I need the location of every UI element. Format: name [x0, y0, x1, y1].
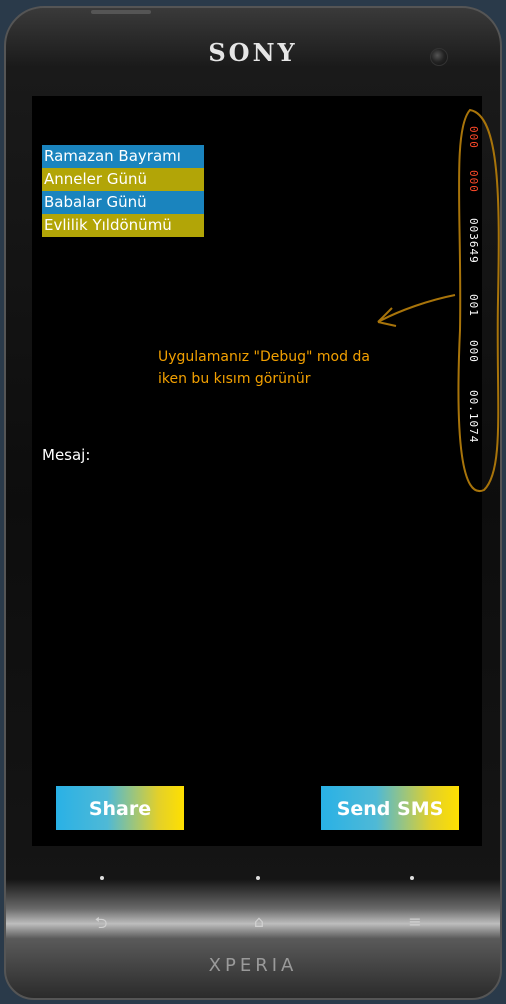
- annotation-line-2: iken bu kısım görünür: [158, 371, 311, 387]
- frame-counter-white-3: 000: [467, 340, 480, 363]
- list-item-evlilik-yildonumu[interactable]: Evlilik Yıldönümü: [42, 214, 204, 237]
- app-screen: Ramazan Bayramı Anneler Günü Babalar Gün…: [32, 96, 482, 846]
- frame-counter-red-1: 000: [467, 126, 480, 149]
- earpiece: [91, 10, 151, 14]
- send-sms-button[interactable]: Send SMS: [321, 786, 459, 830]
- status-dot: [256, 876, 260, 880]
- camera-icon: [430, 48, 448, 66]
- debug-annotation: Uygulamanız "Debug" mod da iken bu kısım…: [158, 346, 428, 390]
- menu-icon[interactable]: ≡: [400, 912, 430, 932]
- share-button[interactable]: Share: [56, 786, 184, 830]
- list-item-ramazan-bayrami[interactable]: Ramazan Bayramı: [42, 145, 204, 168]
- brand-logo: SONY: [208, 38, 298, 67]
- frame-counter-white-1: 003649: [467, 218, 480, 264]
- list-item-anneler-gunu[interactable]: Anneler Günü: [42, 168, 204, 191]
- model-logo: XPERIA: [208, 955, 298, 976]
- status-dot: [100, 876, 104, 880]
- frame-rate-counter-panel: 000 000 003649 001 000 00.1074: [460, 126, 482, 486]
- status-dot: [410, 876, 414, 880]
- frame-counter-red-2: 000: [467, 170, 480, 193]
- list-item-babalar-gunu[interactable]: Babalar Günü: [42, 191, 204, 214]
- annotation-line-1: Uygulamanız "Debug" mod da: [158, 349, 370, 365]
- frame-counter-white-2: 001: [467, 294, 480, 317]
- frame-counter-white-4: 00.1074: [467, 390, 480, 444]
- back-arrow-icon[interactable]: ⮌: [86, 912, 116, 932]
- message-label: Mesaj:: [42, 446, 91, 464]
- home-icon[interactable]: ⌂: [244, 912, 274, 932]
